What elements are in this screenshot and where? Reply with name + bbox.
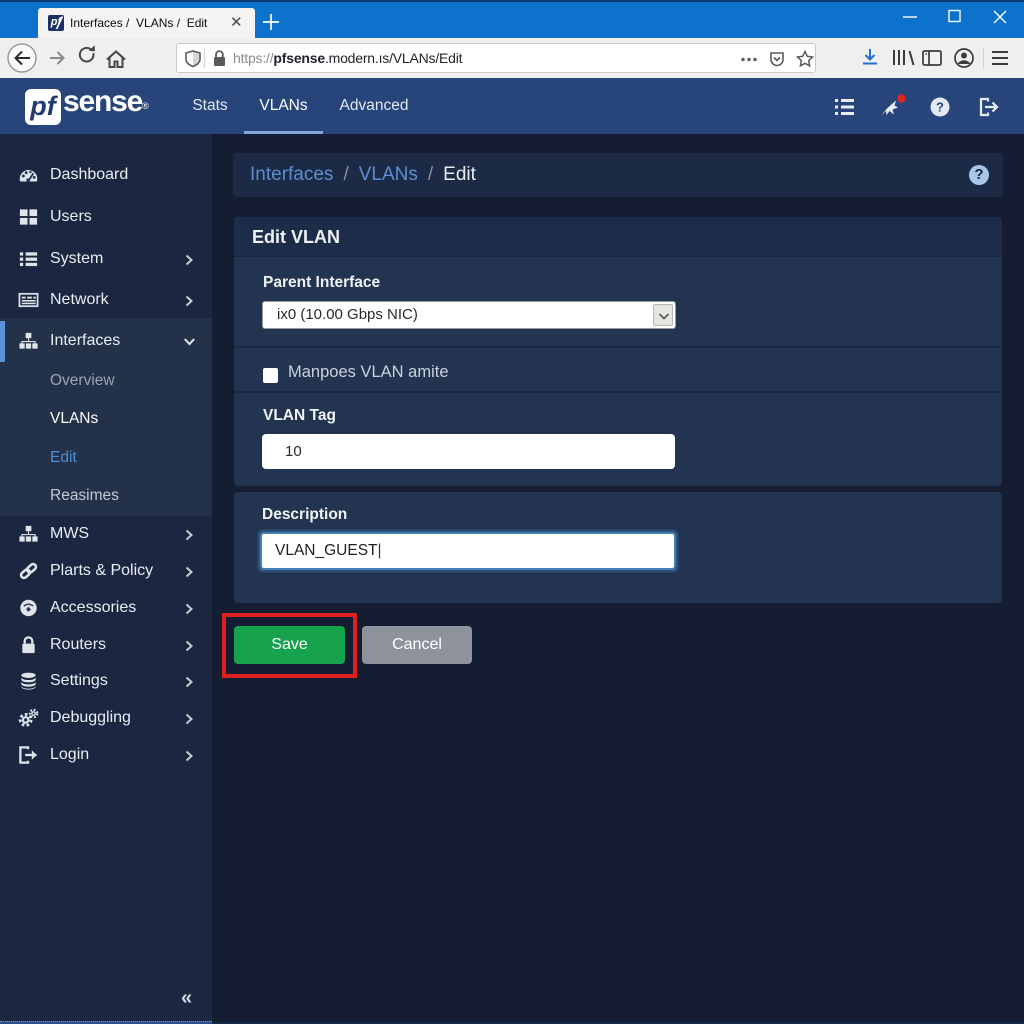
svg-text:?: ? <box>936 100 944 115</box>
